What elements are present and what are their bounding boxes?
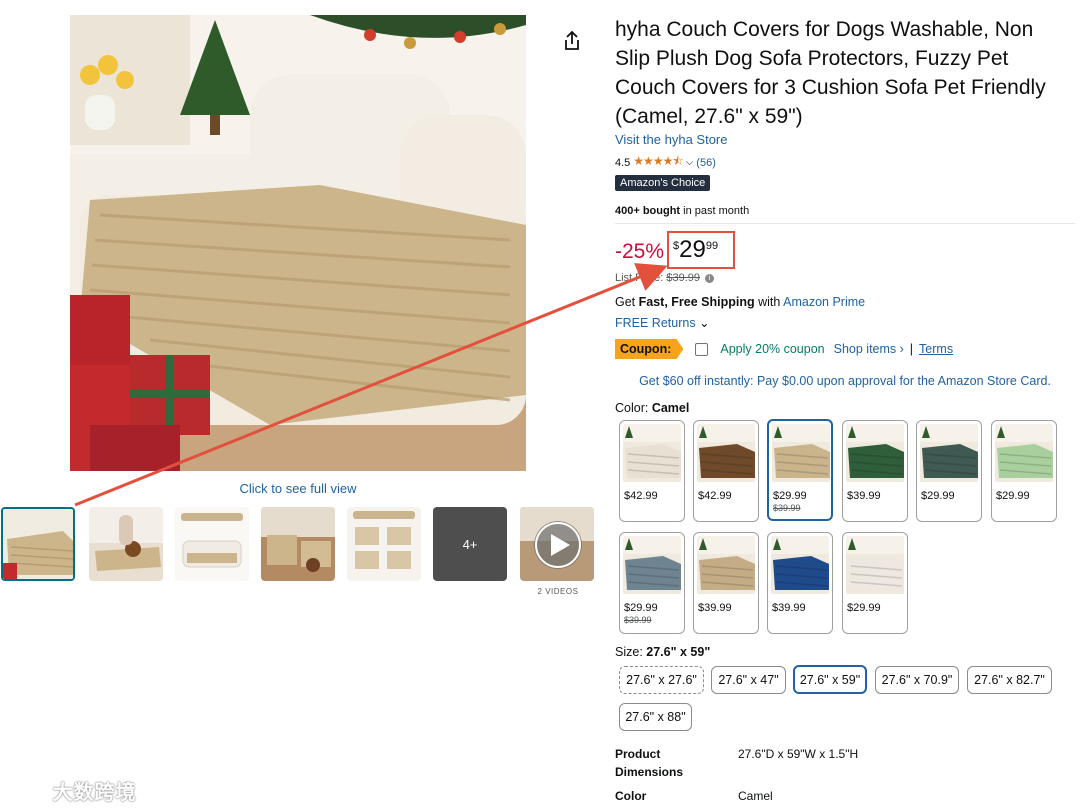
swatch-price: $29.99 (773, 490, 807, 502)
apply-coupon-label[interactable]: Apply 20% coupon (720, 342, 824, 356)
amazons-choice-badge: Amazon's Choice (615, 175, 711, 191)
coupon-checkbox[interactable] (695, 342, 709, 356)
rating-row[interactable]: 4.5 ★★★★⯪ ⌵ (56) (615, 152, 716, 173)
size-option-27-6x59[interactable]: 27.6" x 59" (793, 665, 867, 694)
color-swatch-beige[interactable]: $42.99 (619, 420, 685, 522)
swatch-image (771, 536, 829, 594)
chevron-down-icon: ⌄ (699, 316, 710, 330)
color-swatch-green[interactable]: $39.99 (842, 420, 908, 522)
watermark: 大数跨境 (10, 776, 137, 805)
size-label: Size: 27.6" x 59" (615, 645, 711, 659)
free-returns-link[interactable]: FREE Returns ⌄ (615, 315, 710, 330)
spec-dimensions-value: 27.6"D x 59"W x 1.5"H (738, 747, 859, 761)
swatch-price: $29.99 (996, 490, 1030, 502)
swatch-price: $29.99 (847, 602, 881, 614)
swatch-image (623, 424, 681, 482)
more-images-count: 4+ (462, 536, 478, 552)
spec-color-value: Camel (738, 789, 773, 803)
coupon-row: Coupon: Apply 20% coupon Shop items › | … (615, 339, 953, 359)
rating-value: 4.5 (615, 156, 631, 169)
size-option-27-6x88[interactable]: 27.6" x 88" (619, 703, 692, 731)
full-view-link[interactable]: Click to see full view (170, 481, 426, 496)
thumbnail-3[interactable] (175, 507, 249, 581)
terms-link[interactable]: Terms (919, 342, 953, 356)
swatch-price: $29.99 (624, 602, 658, 614)
star-rating-icon[interactable]: ★★★★⯪ (633, 152, 683, 173)
swatch-image (772, 424, 830, 482)
color-swatch-light-green[interactable]: $29.99 (991, 420, 1057, 522)
more-images-thumbnail[interactable]: 4+ (433, 507, 507, 581)
color-swatch-white[interactable]: $29.99 (842, 532, 908, 634)
size-option-27-6x70-9[interactable]: 27.6" x 70.9" (875, 666, 959, 694)
videos-label: 2 VIDEOS (537, 587, 579, 596)
color-swatch-navy[interactable]: $39.99 (767, 532, 833, 634)
swatch-price: $39.99 (772, 602, 806, 614)
swatch-old-price: $39.99 (773, 503, 801, 513)
coupon-tag: Coupon: (615, 339, 684, 359)
product-title: hyha Couch Covers for Dogs Washable, Non… (615, 18, 1046, 128)
swatch-image (920, 424, 978, 482)
spec-color-label: Color (615, 789, 647, 803)
shipping-info: Get Fast, Free Shipping with Amazon Prim… (615, 295, 866, 309)
color-swatch-dark-green[interactable]: $29.99 (916, 420, 982, 522)
separator: | (909, 342, 914, 356)
size-option-27-6x47[interactable]: 27.6" x 47" (711, 666, 786, 694)
amazon-prime-link[interactable]: Amazon Prime (783, 295, 865, 309)
swatch-price: $29.99 (921, 490, 955, 502)
selected-size: 27.6" x 59" (646, 645, 711, 659)
swatch-image (995, 424, 1053, 482)
color-swatch-brown[interactable]: $42.99 (693, 420, 759, 522)
video-thumbnail[interactable] (520, 507, 594, 581)
swatch-price: $39.99 (847, 490, 881, 502)
thumbnail-4[interactable] (261, 507, 335, 581)
swatch-price: $42.99 (624, 490, 658, 502)
divider (615, 223, 1075, 224)
bought-in-past-month: 400+ bought in past month (615, 205, 750, 217)
share-icon[interactable] (561, 30, 583, 52)
store-card-offer-link[interactable]: Get $60 off instantly: Pay $0.00 upon ap… (615, 374, 1075, 388)
size-option-27-6x82-7[interactable]: 27.6" x 82.7" (967, 666, 1052, 694)
swatch-image (697, 536, 755, 594)
review-count-link[interactable]: (56) (696, 157, 716, 169)
color-swatch-camel[interactable]: $29.99 $39.99 (767, 419, 833, 521)
shop-items-link[interactable]: Shop items › (834, 342, 904, 356)
swatch-old-price: $39.99 (624, 615, 652, 625)
list-price: List Price: $39.99 i (615, 272, 715, 284)
swatch-image (846, 424, 904, 482)
swatch-image (846, 536, 904, 594)
discount-percent: -25% (615, 240, 665, 263)
thumbnail-1[interactable] (1, 507, 75, 581)
size-option-27-6x27-6[interactable]: 27.6" x 27.6" (619, 666, 704, 694)
swatch-image (697, 424, 755, 482)
watermark-logo-icon (11, 786, 45, 801)
color-swatch-khaki[interactable]: $39.99 (693, 532, 759, 634)
info-icon[interactable]: i (705, 273, 715, 283)
swatch-price: $42.99 (698, 490, 732, 502)
thumbnail-2[interactable] (89, 507, 163, 581)
swatch-price: $39.99 (698, 602, 732, 614)
price: $29 99 (673, 236, 719, 263)
main-product-image[interactable] (70, 15, 526, 471)
thumbnail-5[interactable] (347, 507, 421, 581)
selected-color: Camel (651, 401, 690, 415)
swatch-image (623, 536, 681, 594)
color-label: Color: Camel (615, 401, 690, 415)
chevron-down-icon[interactable]: ⌵ (686, 157, 694, 168)
store-link[interactable]: Visit the hyha Store (615, 132, 728, 147)
color-swatch-blue-gray[interactable]: $29.99 $39.99 (619, 532, 685, 634)
spec-dimensions-label: Product Dimensions (615, 747, 684, 779)
